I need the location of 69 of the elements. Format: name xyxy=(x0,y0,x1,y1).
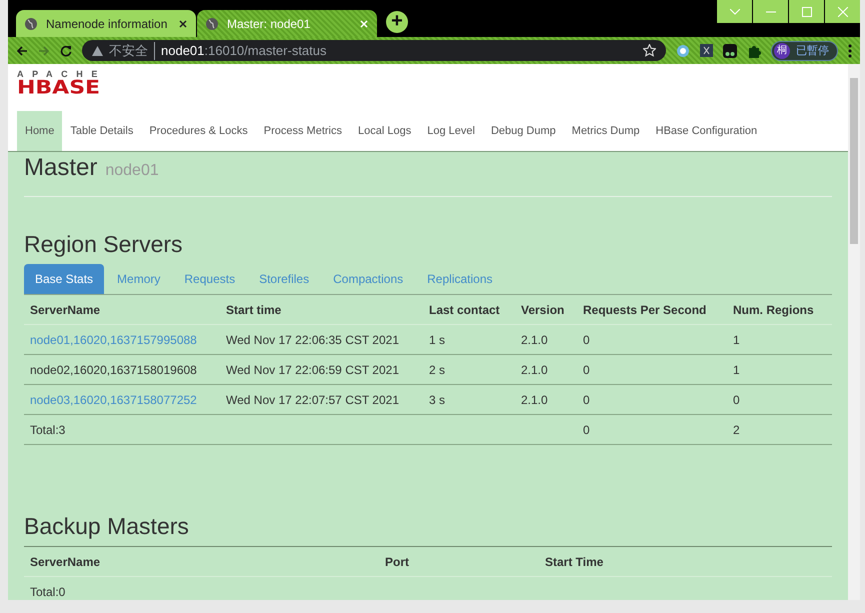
table-cell: 3 s xyxy=(429,393,446,407)
nav-tab[interactable]: Procedures & Locks xyxy=(141,111,256,151)
table-cell: 0 xyxy=(733,393,740,407)
browser-tab[interactable]: Namenode information xyxy=(16,10,196,38)
table-cell: 2.1.0 xyxy=(521,363,548,377)
nav-tab[interactable]: Process Metrics xyxy=(256,111,350,151)
table-cell: 2 xyxy=(733,423,740,437)
tab-title: Master: node01 xyxy=(227,16,312,31)
column-header: Start time xyxy=(226,303,282,317)
section-title: Region Servers xyxy=(24,231,184,258)
table-cell: 2.1.0 xyxy=(521,393,548,407)
column-header: Port xyxy=(385,555,409,569)
table-cell: 1 s xyxy=(429,333,446,347)
nav-tab[interactable]: Log Level xyxy=(419,111,483,151)
column-header: ServerName xyxy=(30,303,100,317)
star-icon[interactable] xyxy=(643,44,656,58)
nav-tab[interactable]: Debug Dump xyxy=(482,111,564,151)
server-name: node02,16020,1637158019608 xyxy=(30,363,197,377)
table-cell: Total:3 xyxy=(30,423,66,437)
profile-button[interactable]: 桐 已暫停 xyxy=(771,40,838,61)
table-cell: 0 xyxy=(583,333,590,347)
menu-icon[interactable] xyxy=(848,44,852,58)
table-cell: 0 xyxy=(583,423,590,437)
section-title: Backup Masters xyxy=(24,513,190,540)
table-cell: Total:0 xyxy=(30,585,66,599)
security-label: 不安全 xyxy=(109,42,155,60)
puzzle-icon[interactable] xyxy=(747,44,761,58)
table-cell: 0 xyxy=(583,363,590,377)
column-header: Num. Regions xyxy=(733,303,814,317)
warning-icon xyxy=(92,46,103,56)
page-title: Master xyxy=(24,154,98,182)
extension-icon[interactable] xyxy=(700,44,713,58)
nav-tab[interactable]: Table Details xyxy=(62,111,142,151)
scrollbar[interactable] xyxy=(848,64,860,600)
reload-icon[interactable] xyxy=(60,44,72,57)
table-cell: Wed Nov 17 22:06:35 CST 2021 xyxy=(226,333,400,347)
chevron-down-icon xyxy=(730,8,740,14)
tab-title: Namenode information xyxy=(46,16,168,31)
globe-icon xyxy=(24,16,38,31)
maximize-icon xyxy=(802,6,812,16)
table-cell: 2.1.0 xyxy=(521,333,548,347)
table-cell: 1 xyxy=(733,363,740,377)
address-bar[interactable]: 不安全 node01:16010/master-status xyxy=(82,40,666,62)
close-icon xyxy=(838,6,848,16)
minimize-icon xyxy=(766,10,776,12)
column-header: Version xyxy=(521,303,564,317)
nav-tab[interactable]: HBase Configuration xyxy=(648,111,766,151)
extension-icon[interactable] xyxy=(723,44,737,58)
table-cell: 2 s xyxy=(429,363,446,377)
table-cell: Wed Nov 17 22:06:59 CST 2021 xyxy=(226,363,400,377)
column-header: Last contact xyxy=(429,303,500,317)
nav-tab[interactable]: Home xyxy=(17,111,62,151)
nav-tab[interactable]: Local Logs xyxy=(350,111,420,151)
close-icon[interactable] xyxy=(178,18,188,29)
stats-tab[interactable]: Base Stats xyxy=(24,264,104,294)
back-icon[interactable] xyxy=(16,44,28,57)
globe-icon xyxy=(205,16,219,31)
table-cell: 0 xyxy=(583,393,590,407)
url: node01:16010/master-status xyxy=(161,43,327,58)
column-header: ServerName xyxy=(30,555,100,569)
table-cell: 1 xyxy=(733,333,740,347)
new-tab-button[interactable]: + xyxy=(386,11,408,34)
column-header: Start Time xyxy=(545,555,604,569)
avatar: 桐 xyxy=(774,42,790,59)
hbase-logo: APACHE HBASE xyxy=(17,70,107,101)
master-host: node01 xyxy=(105,162,159,180)
table-cell: Wed Nov 17 22:07:57 CST 2021 xyxy=(226,393,400,407)
column-header: Requests Per Second xyxy=(583,303,706,317)
nav-tab[interactable]: Metrics Dump xyxy=(564,111,648,151)
